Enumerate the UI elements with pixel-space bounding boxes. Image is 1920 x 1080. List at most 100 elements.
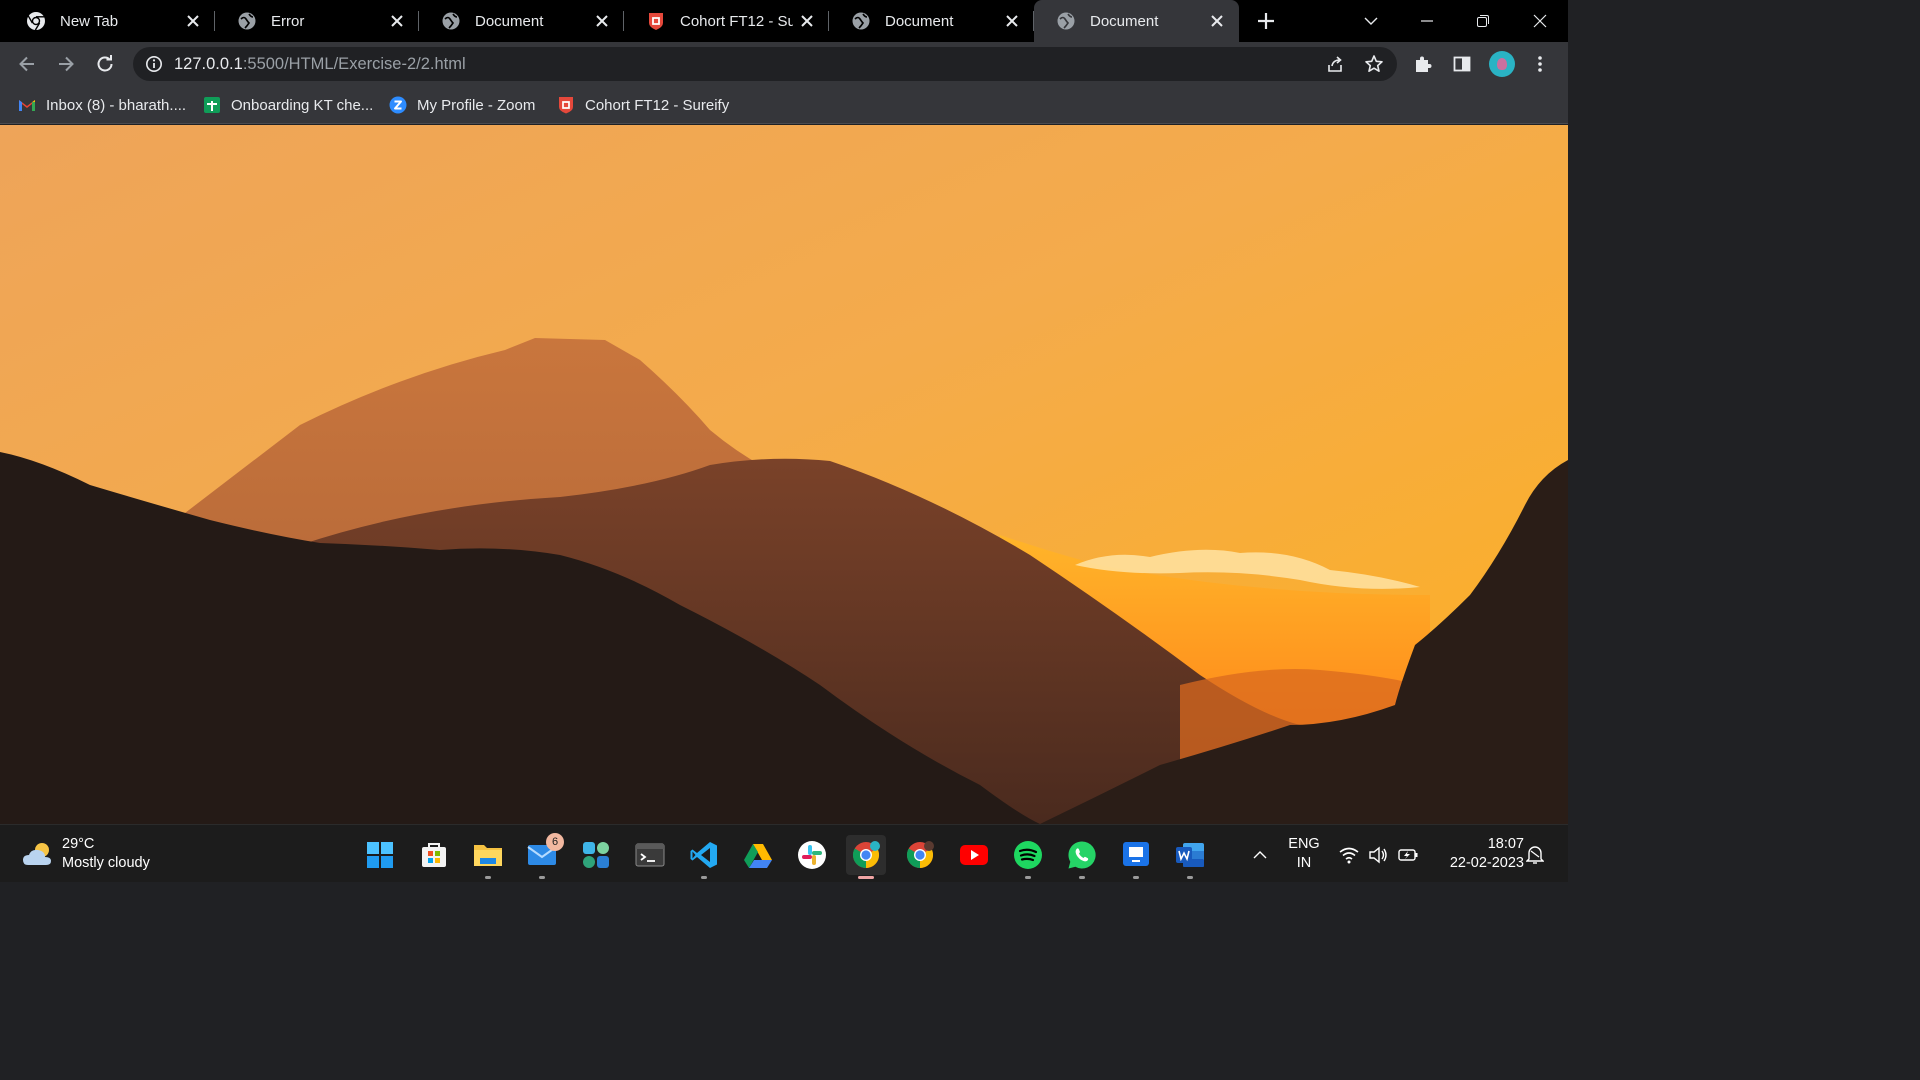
clock[interactable]: 18:07 22-02-2023 (1430, 835, 1524, 873)
tab-strip: New Tab Error Document Cohort FT12 - Sur… (0, 0, 1568, 42)
tab-title: Cohort FT12 - Sureify (680, 12, 793, 30)
back-button[interactable] (15, 52, 39, 76)
file-explorer-button[interactable] (468, 835, 508, 879)
tab-title: Document (885, 12, 954, 30)
bookmark-onboarding[interactable]: Onboarding KT che... (203, 92, 373, 118)
vscode-icon (690, 842, 717, 868)
globe-icon (442, 12, 460, 30)
clock-date: 22-02-2023 (1449, 855, 1524, 871)
bookmark-label: Inbox (8) - bharath.... (46, 96, 187, 114)
tab-title: Error (271, 12, 305, 30)
tab-search-button[interactable] (1356, 6, 1386, 36)
mail-badge: 6 (546, 833, 564, 851)
running-indicator (1187, 876, 1193, 879)
close-icon[interactable] (389, 13, 405, 29)
tab-title: Document (1090, 12, 1159, 30)
google-drive-icon (744, 844, 772, 868)
running-indicator (485, 876, 491, 879)
tab-document-1[interactable]: Document (419, 0, 624, 42)
sureify-icon (559, 97, 573, 114)
sureify-icon (649, 13, 663, 30)
bookmark-inbox[interactable]: Inbox (8) - bharath.... (18, 92, 186, 118)
language-indicator[interactable]: ENG IN (1284, 835, 1324, 873)
google-drive-button[interactable] (738, 835, 778, 875)
widgets-button[interactable] (576, 835, 616, 875)
tab-cohort-ft12[interactable]: Cohort FT12 - Sureify (624, 0, 829, 42)
chevron-down-icon (1364, 17, 1378, 25)
tab-error[interactable]: Error (215, 0, 419, 42)
whatsapp-button[interactable] (1062, 835, 1102, 879)
notifications-button[interactable] (1522, 839, 1548, 871)
url-host: 127.0.0.1 (174, 55, 243, 73)
bookmark-cohort[interactable]: Cohort FT12 - Sureify (557, 92, 729, 118)
side-panel-button[interactable] (1450, 52, 1474, 76)
url-text[interactable]: 127.0.0.1:5500/HTML/Exercise-2/2.html (174, 55, 466, 74)
word-icon (1176, 843, 1204, 867)
bookmark-star-icon[interactable] (1364, 54, 1384, 74)
profile-avatar[interactable] (1489, 51, 1515, 77)
youtube-button[interactable] (954, 835, 994, 875)
tab-title: New Tab (60, 12, 119, 30)
clock-time: 18:07 (1487, 836, 1524, 852)
microsoft-store-button[interactable] (414, 835, 454, 875)
share-icon[interactable] (1325, 54, 1345, 74)
bookmark-label: My Profile - Zoom (417, 96, 536, 114)
mail-button[interactable]: 6 (522, 833, 564, 879)
start-icon (367, 842, 393, 868)
info-icon[interactable] (145, 55, 163, 73)
chevron-up-icon (1253, 851, 1267, 859)
weather-widget[interactable]: 29°C Mostly cloudy (22, 835, 150, 873)
gmail-icon (19, 100, 35, 111)
chrome-profile-button[interactable] (900, 835, 940, 875)
cloudy-weather-icon (23, 843, 51, 865)
restore-button[interactable] (1468, 6, 1498, 36)
arrow-right-icon (59, 56, 74, 72)
running-indicator (1025, 876, 1031, 879)
close-icon[interactable] (1004, 13, 1020, 29)
close-icon (1533, 14, 1547, 28)
menu-button[interactable] (1528, 52, 1552, 76)
chrome-profile-icon (906, 841, 934, 869)
close-icon[interactable] (185, 13, 201, 29)
address-bar[interactable]: 127.0.0.1:5500/HTML/Exercise-2/2.html (133, 47, 1397, 81)
reload-button[interactable] (93, 52, 117, 76)
windows-taskbar: 29°C Mostly cloudy 6 ENG IN 18:07 22-02-… (0, 824, 1568, 882)
mountain-sunset-image (0, 125, 1568, 824)
teamviewer-button[interactable] (1116, 835, 1156, 879)
tab-new-tab[interactable]: New Tab (4, 0, 215, 42)
tab-document-active[interactable]: Document (1034, 0, 1239, 42)
minimize-icon (1421, 20, 1433, 22)
arrow-left-icon (19, 56, 34, 72)
slack-button[interactable] (792, 835, 832, 875)
word-button[interactable] (1170, 835, 1210, 879)
new-tab-button[interactable] (1254, 9, 1278, 33)
start-button[interactable] (360, 835, 400, 875)
globe-icon (1057, 12, 1075, 30)
bookmark-label: Onboarding KT che... (231, 96, 374, 114)
close-icon[interactable] (799, 13, 815, 29)
url-path: :5500/HTML/Exercise-2/2.html (242, 55, 466, 73)
chrome-icon (27, 12, 45, 31)
forward-button[interactable] (54, 52, 78, 76)
tab-document-2[interactable]: Document (829, 0, 1034, 42)
quick-settings-button[interactable] (1334, 839, 1424, 871)
extensions-button[interactable] (1411, 52, 1435, 76)
close-icon[interactable] (594, 13, 610, 29)
vscode-button[interactable] (684, 835, 724, 879)
file-explorer-icon (474, 845, 502, 866)
chrome-button[interactable] (846, 835, 886, 879)
close-icon[interactable] (1209, 13, 1225, 29)
show-hidden-icons-button[interactable] (1242, 837, 1278, 873)
puzzle-icon (1416, 56, 1432, 72)
bookmark-zoom-profile[interactable]: My Profile - Zoom (389, 92, 535, 118)
running-indicator (858, 876, 874, 879)
teamviewer-icon (1123, 842, 1149, 866)
terminal-button[interactable] (630, 835, 670, 875)
battery-charging-icon (1398, 849, 1418, 861)
google-sheets-icon (204, 97, 220, 113)
minimize-button[interactable] (1412, 6, 1442, 36)
widgets-icon (583, 842, 609, 868)
close-window-button[interactable] (1525, 6, 1555, 36)
spotify-button[interactable] (1008, 835, 1048, 879)
page-content (0, 125, 1568, 824)
